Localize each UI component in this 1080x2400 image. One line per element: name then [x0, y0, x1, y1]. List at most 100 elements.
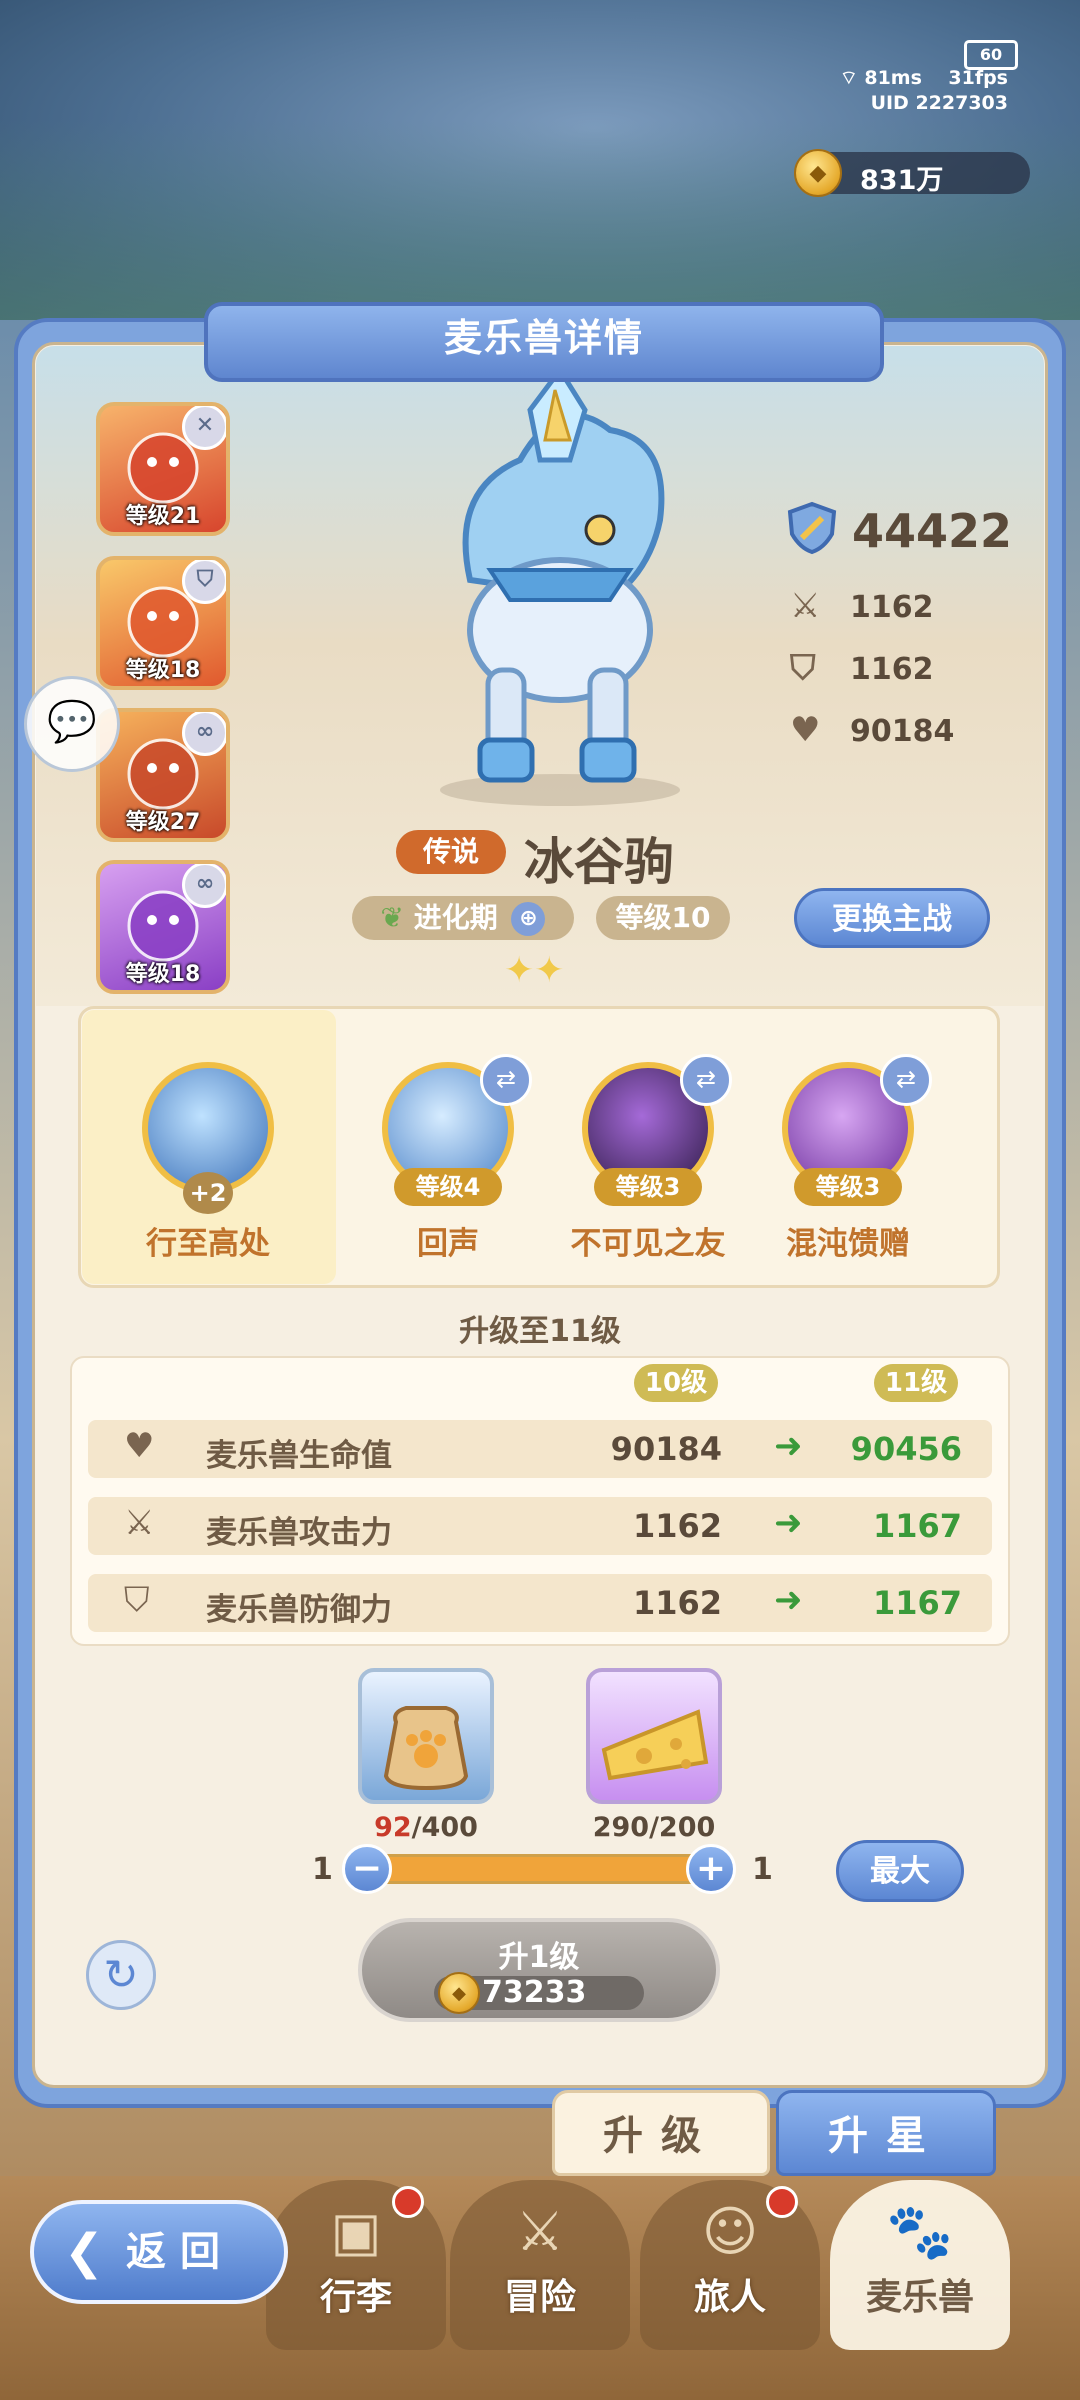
skill-bonus-badge: +2 — [183, 1172, 233, 1214]
nav-item-traveler[interactable]: ☺ 旅人 — [640, 2180, 820, 2350]
slider-max: 1 — [752, 1852, 773, 1887]
skill-3-icon[interactable]: 等级3 ⇄ — [582, 1054, 732, 1206]
cheese-item[interactable] — [586, 1668, 722, 1804]
max-button[interactable]: 最大 — [836, 1840, 964, 1902]
magnifier-icon[interactable]: ⊕ — [511, 902, 546, 936]
heart-icon: ♥ — [790, 710, 821, 750]
chat-button[interactable]: 💬 — [24, 676, 120, 772]
stat-label: 麦乐兽攻击力 — [206, 1515, 392, 1551]
slider-min: 1 — [312, 1852, 333, 1887]
coin-icon: ◆ — [438, 1972, 480, 2014]
swap-icon[interactable]: ⇄ — [880, 1054, 932, 1106]
swords-icon: ⚔ — [790, 586, 821, 626]
nav-traveler-label: 旅人 — [693, 2277, 766, 2318]
skill-level-badge: 等级3 — [594, 1168, 702, 1206]
currency-pill[interactable]: ◆ 831万 — [794, 149, 1030, 197]
arrow-right-icon: ➜ — [774, 1426, 803, 1466]
arrow-right-icon: ➜ — [774, 1580, 803, 1620]
hp-value: 90184 — [850, 714, 955, 749]
stat-compare-row: ⛉ 麦乐兽防御力 1162 ➜ 1167 — [88, 1574, 992, 1632]
feed-bag-item[interactable] — [358, 1668, 494, 1804]
skill-level-badge: 等级4 — [394, 1168, 502, 1206]
shield-icon: ⛉ — [124, 1580, 150, 1620]
swords-icon: ⚔ — [124, 1503, 155, 1543]
stat-compare-row: ♥ 麦乐兽生命值 90184 ➜ 90456 — [88, 1420, 992, 1478]
pet-card-level: 等级18 — [125, 658, 201, 683]
attack-stat: ⚔ 1162 — [790, 586, 934, 626]
stat-old-value: 1162 — [632, 1584, 722, 1622]
stat-new-value: 1167 — [872, 1507, 962, 1545]
feed-bag-have: 92 — [374, 1812, 412, 1843]
currency-amount: 831万 — [860, 165, 944, 196]
pet-card-level: 等级18 — [125, 962, 201, 987]
stat-new-value: 90456 — [850, 1430, 962, 1468]
skill-4-icon[interactable]: 等级3 ⇄ — [782, 1054, 932, 1206]
swap-main-button[interactable]: 更换主战 — [794, 888, 990, 948]
rarity-badge: 传说 — [396, 830, 506, 874]
crossed-swords-icon: ⚔ — [515, 2200, 565, 2263]
combat-power: 44422 — [784, 500, 1012, 560]
nav-bag-label: 行李 — [319, 2277, 392, 2318]
defense-stat: ⛉ 1162 — [790, 648, 934, 688]
increase-button[interactable]: + — [686, 1844, 736, 1894]
uid-text: UID 2227303 — [870, 92, 1008, 114]
tab-star-up[interactable]: 升星 — [776, 2090, 996, 2176]
power-shield-icon — [787, 501, 837, 555]
pet-face-icon: 🐾 — [886, 2200, 954, 2263]
star-icon: ✦✦ — [504, 950, 565, 991]
skill-2-name: 回声 — [417, 1226, 479, 1262]
nav-adventure-label: 冒险 — [503, 2277, 576, 2318]
pet-card-1[interactable]: ✕ 等级21 — [96, 402, 230, 536]
pet-card-badge: ∞ — [182, 864, 226, 908]
back-label: 返回 — [126, 2229, 234, 2275]
pet-card-badge: ✕ — [182, 406, 226, 450]
current-level-tag: 10级 — [634, 1364, 718, 1402]
stage-pill[interactable]: ❦ 进化期 ⊕ — [352, 896, 574, 940]
plus-icon: + — [695, 1848, 727, 1889]
pet-card-4[interactable]: ∞ 等级18 — [96, 860, 230, 994]
ping-text: 81ms — [864, 67, 922, 89]
pet-card-level: 等级27 — [125, 810, 201, 835]
nav-item-adventure[interactable]: ⚔ 冒险 — [450, 2180, 630, 2350]
coin-icon: ◆ — [794, 149, 842, 197]
minus-icon: − — [351, 1848, 383, 1889]
back-arrow-icon: ❮ — [63, 2224, 105, 2280]
upgrade-cost: ◆ 73233 — [434, 1972, 644, 2014]
star-rating: ✦✦ — [504, 950, 564, 991]
defense-value: 1162 — [850, 652, 934, 687]
feed-bag-count: 92/400 — [316, 1812, 536, 1843]
background-grass — [0, 120, 1080, 320]
pet-card-2[interactable]: ⛉ 等级18 — [96, 556, 230, 690]
tab-upgrade[interactable]: 升级 — [552, 2090, 770, 2176]
refresh-icon: ↻ — [103, 1950, 139, 1999]
reset-button[interactable]: ↻ — [86, 1940, 156, 2010]
chat-icon: 💬 — [47, 699, 97, 745]
arrow-right-icon: ➜ — [774, 1503, 803, 1543]
nav-item-bag[interactable]: ▣ 行李 — [266, 2180, 446, 2350]
upgrade-cost-value: 73233 — [482, 1975, 587, 2010]
swap-icon[interactable]: ⇄ — [680, 1054, 732, 1106]
pet-card-badge: ∞ — [182, 712, 226, 756]
feed-bag-icon — [383, 1706, 469, 1791]
stat-label: 麦乐兽生命值 — [206, 1438, 392, 1474]
sprout-icon: ❦ — [380, 901, 414, 934]
quantity-slider[interactable] — [368, 1854, 714, 1884]
attack-value: 1162 — [850, 590, 934, 625]
heart-icon: ♥ — [124, 1426, 155, 1466]
upgrade-button-label: 升1级 — [498, 1940, 580, 1975]
panel-title: 麦乐兽详情 — [204, 302, 884, 382]
nav-pets-label: 麦乐兽 — [865, 2277, 974, 2318]
pet-card-badge: ⛉ — [182, 560, 226, 604]
upgrade-button[interactable]: 升1级 ◆ 73233 — [358, 1918, 720, 2022]
back-button[interactable]: ❮ 返回 — [30, 2200, 288, 2304]
notification-dot — [392, 2186, 424, 2218]
level-pill: 等级10 — [596, 896, 730, 940]
slider-fill — [371, 1857, 711, 1881]
swap-icon[interactable]: ⇄ — [480, 1054, 532, 1106]
skill-1-icon[interactable]: +2 — [142, 1062, 274, 1214]
decrease-button[interactable]: − — [342, 1844, 392, 1894]
notification-dot — [766, 2186, 798, 2218]
stat-new-value: 1167 — [872, 1584, 962, 1622]
nav-item-pets[interactable]: 🐾 麦乐兽 — [830, 2180, 1010, 2350]
skill-2-icon[interactable]: 等级4 ⇄ — [382, 1054, 532, 1206]
